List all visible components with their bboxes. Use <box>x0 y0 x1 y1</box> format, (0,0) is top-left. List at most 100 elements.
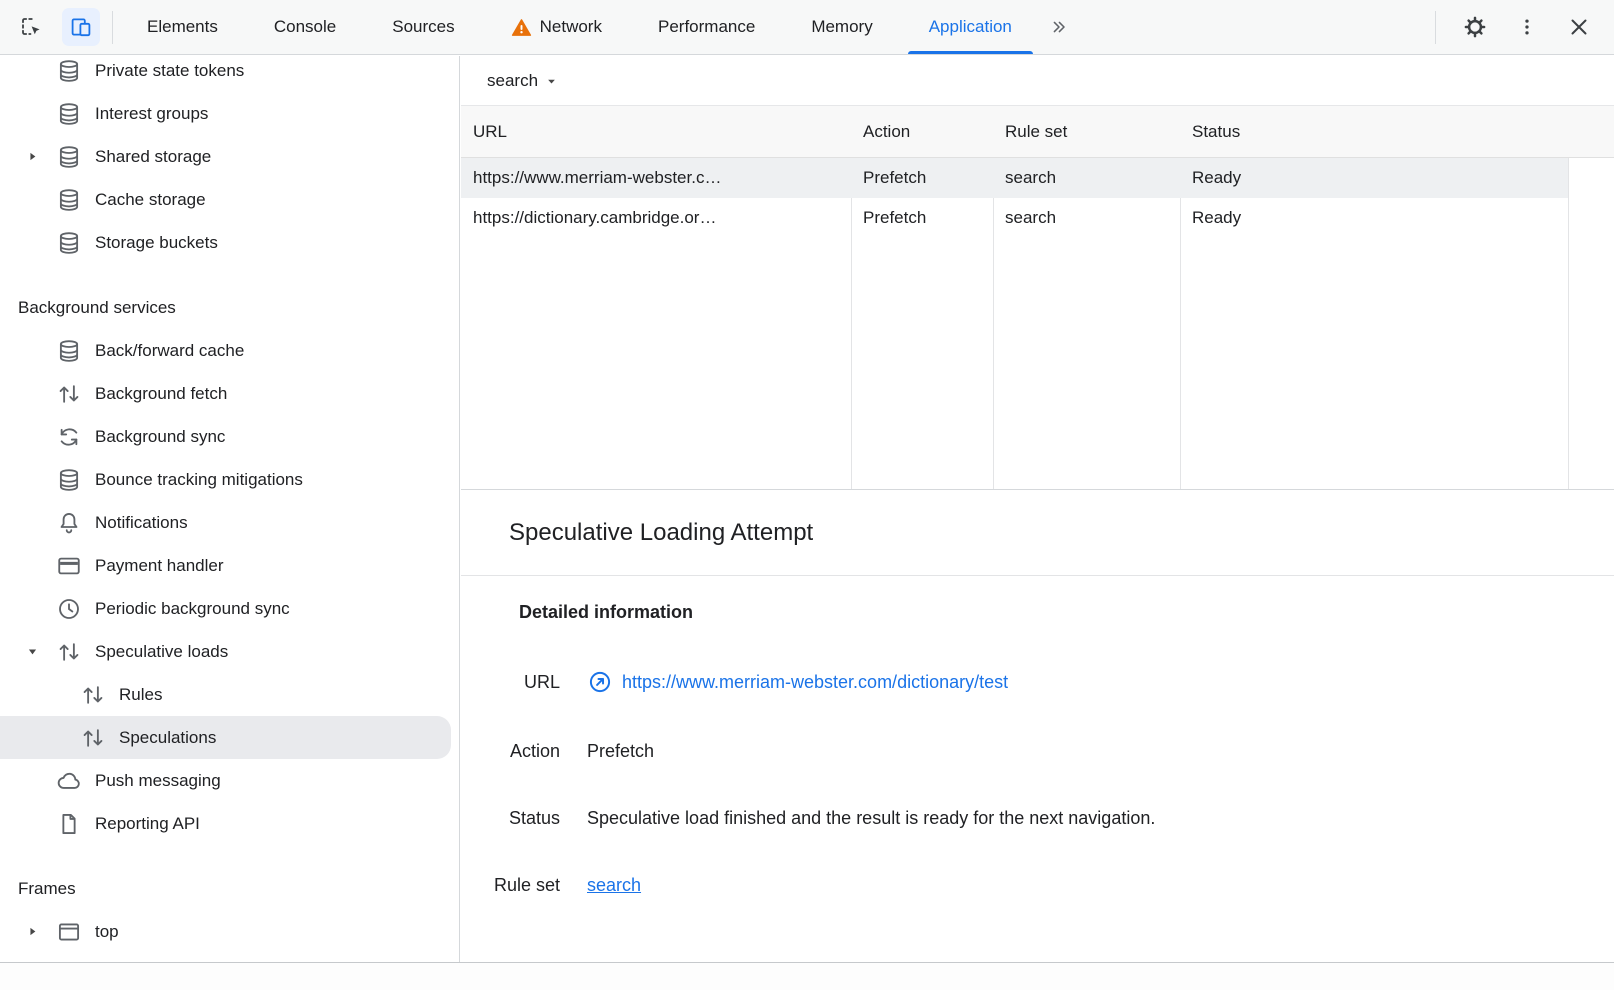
settings-button[interactable] <box>1456 8 1494 46</box>
speculations-table: URL Action Rule set Status https://www.m… <box>461 106 1614 490</box>
clock-icon <box>56 596 82 622</box>
url-link[interactable]: https://www.merriam-webster.com/dictiona… <box>622 672 1008 693</box>
column-header-url[interactable]: URL <box>461 106 851 157</box>
table-body: https://www.merriam-webster.c… Prefetch … <box>461 158 1614 238</box>
sidebar-item[interactable]: Push messaging <box>0 759 459 802</box>
cell-status: Ready <box>1180 168 1568 188</box>
sidebar-item[interactable]: Background sync <box>0 415 459 458</box>
sidebar-item[interactable]: Shared storage <box>0 135 459 178</box>
sidebar-item[interactable]: Bounce tracking mitigations <box>0 458 459 501</box>
sidebar-item-label: Storage buckets <box>95 233 218 253</box>
sync-arrows-icon <box>56 424 82 450</box>
column-header-rule-set[interactable]: Rule set <box>993 106 1180 157</box>
toolbar-separator <box>112 11 113 44</box>
close-devtools-button[interactable] <box>1560 8 1598 46</box>
sidebar-item-label: Bounce tracking mitigations <box>95 470 303 490</box>
speculations-panel: search URL Action Rule set Status https:… <box>461 56 1614 962</box>
detail-row-action: Action Prefetch <box>461 741 1614 762</box>
detail-row-status: Status Speculative load finished and the… <box>461 808 1614 829</box>
database-icon <box>56 144 82 170</box>
sidebar-item[interactable]: Rules <box>0 673 459 716</box>
sidebar-item-label: Reporting API <box>95 814 200 834</box>
caret-down-icon <box>545 75 558 88</box>
menu-button[interactable] <box>1508 8 1546 46</box>
application-sidebar: Private state tokens Interest groups Sha… <box>0 56 460 962</box>
cell-url: https://dictionary.cambridge.or… <box>461 208 851 228</box>
panel-tab[interactable]: Application <box>901 0 1040 54</box>
sidebar-item[interactable]: Notifications <box>0 501 459 544</box>
up-down-arrows-icon <box>80 725 106 751</box>
rule-set-filter-dropdown[interactable]: search <box>487 71 558 91</box>
sidebar-tree: Private state tokens Interest groups Sha… <box>0 56 459 953</box>
sidebar-item[interactable]: Speculations <box>0 716 451 759</box>
panel-tabs: Elements Console Sources Network Perform… <box>119 0 1040 54</box>
detail-row-rule-set: Rule set search <box>461 875 1614 896</box>
column-divider <box>1568 106 1569 489</box>
attempt-title-bar: Speculative Loading Attempt <box>461 490 1614 576</box>
cell-action: Prefetch <box>851 208 993 228</box>
sidebar-item[interactable]: Interest groups <box>0 92 459 135</box>
section-header-frames: Frames <box>0 867 459 910</box>
panel-tab[interactable]: Console <box>246 0 364 54</box>
database-icon <box>56 187 82 213</box>
status-label: Status <box>461 808 560 829</box>
sidebar-item[interactable]: Speculative loads <box>0 630 459 673</box>
triangle-right-icon[interactable] <box>20 920 44 944</box>
panel-tab[interactable]: Elements <box>119 0 246 54</box>
sidebar-item-label: Cache storage <box>95 190 206 210</box>
sidebar-item-label: top <box>95 922 119 942</box>
column-header-filler <box>1568 106 1614 157</box>
rule-set-link[interactable]: search <box>587 875 641 895</box>
sidebar-item-label: Private state tokens <box>95 61 244 81</box>
sidebar-item[interactable]: Back/forward cache <box>0 329 459 372</box>
sidebar-item-label: Rules <box>119 685 162 705</box>
database-icon <box>56 101 82 127</box>
rule-set-label: Rule set <box>461 875 560 896</box>
sidebar-item-label: Speculative loads <box>95 642 228 662</box>
sidebar-item[interactable]: Background fetch <box>0 372 459 415</box>
document-icon <box>56 811 82 837</box>
detail-row-url: URL https://www.merriam-webster.com/dict… <box>461 672 1614 695</box>
sidebar-item[interactable]: Periodic background sync <box>0 587 459 630</box>
sidebar-item[interactable]: Storage buckets <box>0 221 459 264</box>
sidebar-item-label: Shared storage <box>95 147 211 167</box>
panel-tab[interactable]: Network <box>483 0 630 54</box>
up-down-arrows-icon <box>80 682 106 708</box>
tab-label: Console <box>274 17 336 37</box>
sidebar-item[interactable]: top <box>0 910 459 953</box>
sidebar-item-label: Interest groups <box>95 104 208 124</box>
up-down-arrows-icon <box>56 639 82 665</box>
inspect-button[interactable] <box>12 8 50 46</box>
column-header-action[interactable]: Action <box>851 106 993 157</box>
panel-tab[interactable]: Performance <box>630 0 783 54</box>
url-label: URL <box>461 672 560 693</box>
cell-url: https://www.merriam-webster.c… <box>461 168 851 188</box>
database-icon <box>56 230 82 256</box>
sidebar-item[interactable]: Reporting API <box>0 802 459 845</box>
double-chevron-right-icon <box>1049 17 1069 37</box>
table-row[interactable]: https://dictionary.cambridge.or… Prefetc… <box>461 198 1568 238</box>
tab-label: Application <box>929 17 1012 37</box>
cell-status: Ready <box>1180 208 1568 228</box>
panel-tab[interactable]: Memory <box>783 0 900 54</box>
frame-icon <box>56 919 82 945</box>
globe-arrow-icon[interactable] <box>587 669 613 695</box>
table-row[interactable]: https://www.merriam-webster.c… Prefetch … <box>461 158 1568 198</box>
device-toolbar-icon <box>69 15 93 39</box>
sidebar-item[interactable]: Payment handler <box>0 544 459 587</box>
device-toolbar-button[interactable] <box>62 8 100 46</box>
warning-triangle-icon <box>511 17 532 38</box>
sidebar-item[interactable]: Cache storage <box>0 178 459 221</box>
sidebar-item-label: Payment handler <box>95 556 224 576</box>
sidebar-item[interactable]: Private state tokens <box>0 56 459 92</box>
column-header-status[interactable]: Status <box>1180 106 1568 157</box>
attempt-details: Detailed information URL https://www.mer… <box>461 576 1614 896</box>
panel-tab[interactable]: Sources <box>364 0 482 54</box>
cell-action: Prefetch <box>851 168 993 188</box>
more-tabs-button[interactable] <box>1042 10 1076 44</box>
triangle-down-icon[interactable] <box>20 640 44 664</box>
payment-card-icon <box>56 553 82 579</box>
inspect-icon <box>19 15 43 39</box>
cloud-icon <box>56 768 82 794</box>
triangle-right-icon[interactable] <box>20 145 44 169</box>
